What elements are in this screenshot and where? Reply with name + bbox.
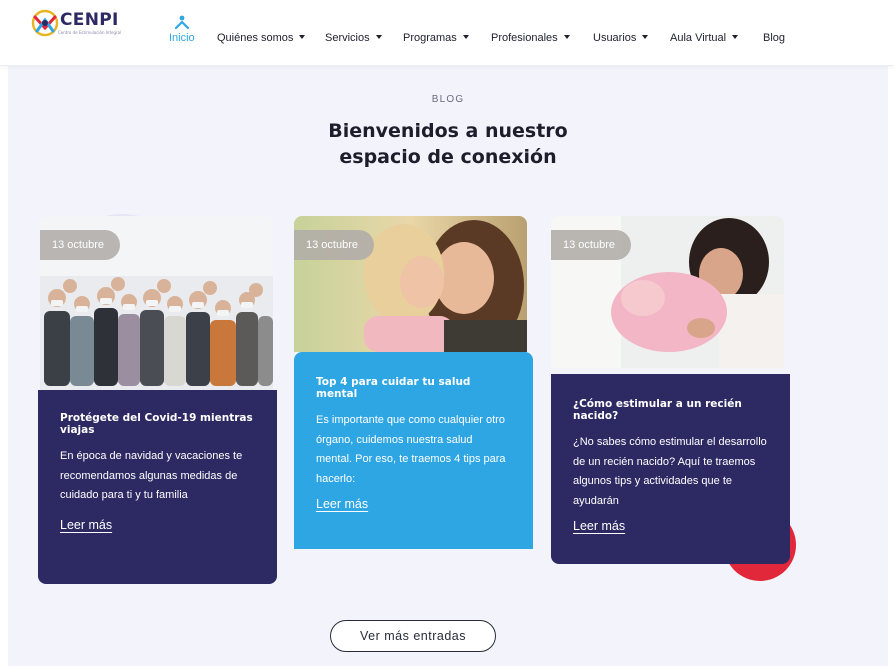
card-title[interactable]: Protégete del Covid-19 mientras viajas	[60, 412, 255, 436]
logo-mark-icon	[31, 9, 59, 37]
site-header: CENPI Centro de Estimulación Integral In…	[0, 0, 894, 66]
card-excerpt: En época de navidad y vacaciones te reco…	[60, 450, 243, 501]
date-badge: 13 octubre	[40, 230, 120, 260]
more-entries-button[interactable]: Ver más entradas	[330, 620, 496, 652]
card-image-newborn[interactable]: 13 octubre	[551, 216, 784, 368]
caret-down-icon	[732, 35, 739, 39]
card-body: Top 4 para cuidar tu salud mental Es imp…	[294, 352, 533, 549]
nav-profesionales[interactable]: Profesionales	[491, 32, 570, 44]
caret-down-icon	[375, 35, 382, 39]
caret-down-icon	[299, 35, 306, 39]
nav-label: Profesionales	[491, 32, 558, 44]
card-body: Protégete del Covid-19 mientras viajas E…	[38, 390, 277, 584]
home-person-icon[interactable]	[175, 15, 189, 30]
section-title-line: espacio de conexión	[339, 146, 557, 168]
caret-down-icon	[642, 35, 649, 39]
section-title: Bienvenidos a nuestro espacio de conexió…	[248, 118, 648, 170]
date-badge: 13 octubre	[294, 230, 374, 260]
nav-servicios[interactable]: Servicios	[325, 32, 382, 44]
nav-label: Aula Virtual	[670, 32, 727, 44]
card-excerpt: ¿No sabes cómo estimular el desarrollo d…	[573, 436, 767, 507]
nav-label: Usuarios	[593, 32, 637, 44]
card-image-masks[interactable]: 13 octubre	[40, 216, 273, 390]
date-badge: 13 octubre	[551, 230, 631, 260]
nav-label: Blog	[763, 32, 786, 44]
nav-label: Programas	[403, 32, 457, 44]
read-more-link[interactable]: Leer más	[60, 518, 112, 532]
blog-section: BLOG Bienvenidos a nuestro espacio de co…	[8, 66, 888, 666]
nav-usuarios[interactable]: Usuarios	[593, 32, 649, 44]
section-eyebrow: BLOG	[431, 94, 465, 105]
section-title-line: Bienvenidos a nuestro	[328, 120, 568, 142]
card-title[interactable]: ¿Cómo estimular a un recién nacido?	[573, 398, 768, 422]
nav-programas[interactable]: Programas	[403, 32, 469, 44]
nav-label: Quiénes somos	[217, 32, 294, 44]
card-title[interactable]: Top 4 para cuidar tu salud mental	[316, 376, 511, 400]
nav-label: Servicios	[325, 32, 370, 44]
nav-quienes-somos[interactable]: Quiénes somos	[217, 32, 306, 44]
read-more-link[interactable]: Leer más	[573, 519, 625, 533]
caret-down-icon	[563, 35, 570, 39]
caret-down-icon	[462, 35, 469, 39]
nav-inicio[interactable]: Inicio	[169, 32, 195, 44]
read-more-link[interactable]: Leer más	[316, 497, 368, 511]
card-body: ¿Cómo estimular a un recién nacido? ¿No …	[551, 374, 790, 564]
nav-label: Inicio	[169, 32, 195, 44]
nav-blog[interactable]: Blog	[763, 32, 785, 44]
card-excerpt: Es importante que como cualquier otro ór…	[316, 414, 506, 485]
card-image-hug[interactable]: 13 octubre	[294, 216, 527, 352]
nav-aula-virtual[interactable]: Aula Virtual	[670, 32, 739, 44]
logo-text: CENPI	[60, 10, 119, 30]
logo-tagline: Centro de Estimulación Integral	[58, 30, 122, 35]
